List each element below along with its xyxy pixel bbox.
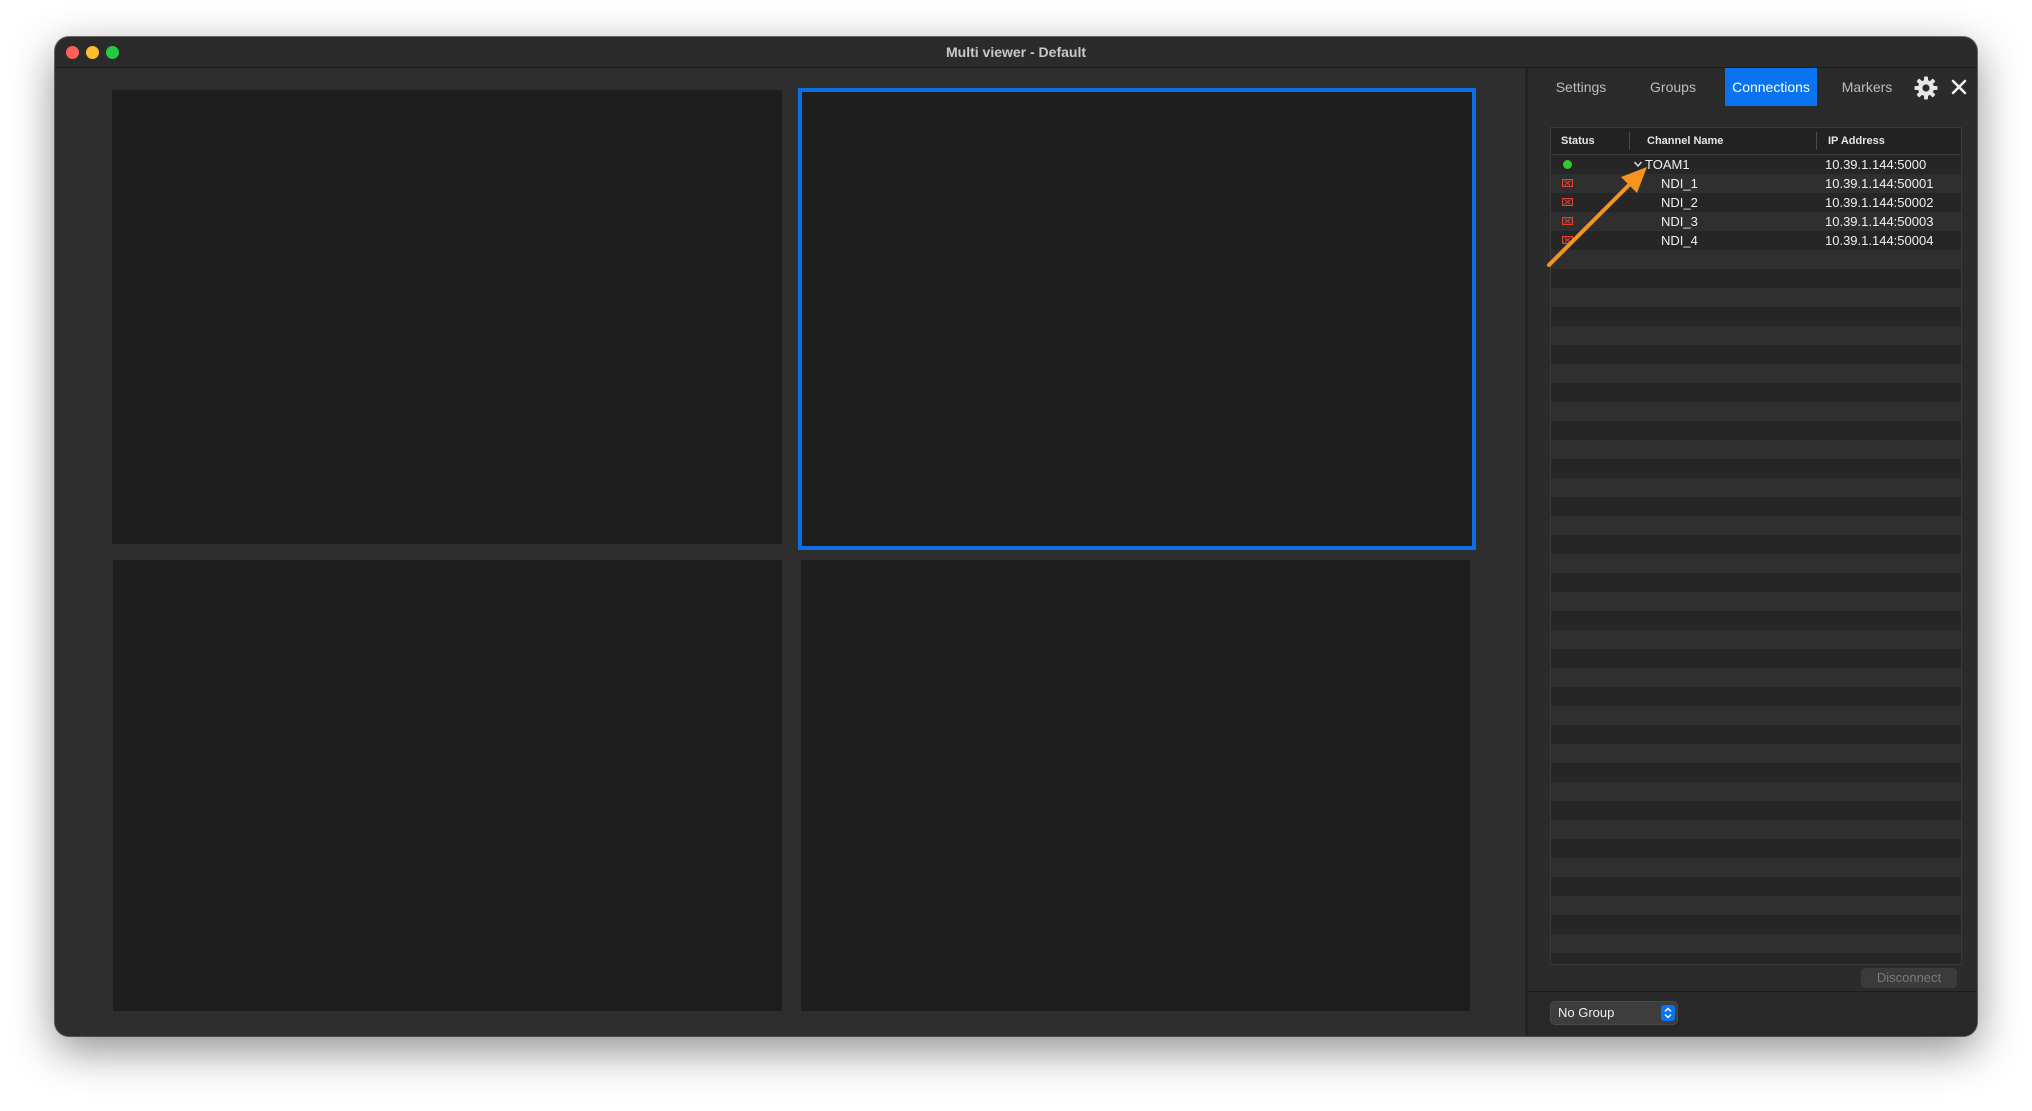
app-window: Multi viewer - Default Settings Groups C… <box>55 37 1977 1036</box>
group-select[interactable]: No Group <box>1550 1001 1678 1025</box>
viewer-tile-1[interactable] <box>112 90 782 544</box>
table-header: Status Channel Name IP Address <box>1551 128 1961 155</box>
status-connected-icon <box>1563 160 1572 169</box>
tab-markers[interactable]: Markers <box>1828 68 1906 106</box>
disconnect-button[interactable]: Disconnect <box>1861 968 1957 988</box>
column-header-ip-address[interactable]: IP Address <box>1828 128 1885 154</box>
channel-name: NDI_2 <box>1661 195 1698 210</box>
table-row[interactable]: NDI_3 10.39.1.144:50003 <box>1551 212 1961 231</box>
tab-bar: Settings Groups Connections Markers <box>1528 68 1977 106</box>
channel-name: NDI_3 <box>1661 214 1698 229</box>
column-separator[interactable] <box>1816 132 1817 150</box>
channel-name: TOAM1 <box>1645 157 1690 172</box>
title-bar: Multi viewer - Default <box>55 37 1977 68</box>
status-error-icon <box>1562 179 1573 187</box>
table-row[interactable]: NDI_2 10.39.1.144:50002 <box>1551 193 1961 212</box>
group-select-value: No Group <box>1558 1005 1615 1020</box>
chevron-down-icon[interactable] <box>1633 157 1643 171</box>
window-title: Multi viewer - Default <box>945 44 1087 60</box>
viewer-tile-3[interactable] <box>113 560 782 1011</box>
table-row[interactable]: NDI_4 10.39.1.144:50004 <box>1551 231 1961 250</box>
bottom-bar: No Group <box>1528 991 1977 1036</box>
status-error-icon <box>1562 198 1573 206</box>
column-header-channel-name[interactable]: Channel Name <box>1647 128 1723 154</box>
table-row[interactable]: TOAM1 10.39.1.144:5000 <box>1551 155 1961 174</box>
status-error-icon <box>1562 217 1573 225</box>
viewer-tile-4[interactable] <box>801 560 1470 1011</box>
table-body: TOAM1 10.39.1.144:5000 NDI_1 10.39.1.144… <box>1551 155 1961 964</box>
column-header-status[interactable]: Status <box>1561 128 1595 154</box>
close-icon[interactable] <box>1946 74 1972 100</box>
select-arrows-icon <box>1661 1005 1675 1021</box>
tab-connections[interactable]: Connections <box>1725 68 1817 106</box>
channel-name: NDI_4 <box>1661 233 1698 248</box>
table-row[interactable]: NDI_1 10.39.1.144:50001 <box>1551 174 1961 193</box>
status-error-icon <box>1562 236 1573 244</box>
ip-address: 10.39.1.144:50003 <box>1825 214 1934 229</box>
column-separator[interactable] <box>1629 132 1630 150</box>
ip-address: 10.39.1.144:50002 <box>1825 195 1934 210</box>
ip-address: 10.39.1.144:50004 <box>1825 233 1934 248</box>
tab-settings[interactable]: Settings <box>1542 68 1620 106</box>
ip-address: 10.39.1.144:50001 <box>1825 176 1934 191</box>
connections-table: Status Channel Name IP Address TOAM1 10.… <box>1550 127 1962 965</box>
ip-address: 10.39.1.144:5000 <box>1825 157 1927 172</box>
gear-icon[interactable] <box>1912 74 1940 102</box>
side-panel: Settings Groups Connections Markers Stat… <box>1525 68 1977 1036</box>
viewer-tile-2-selected[interactable] <box>798 88 1476 550</box>
tab-groups[interactable]: Groups <box>1634 68 1712 106</box>
channel-name: NDI_1 <box>1661 176 1698 191</box>
multiviewer-grid <box>55 68 1525 1036</box>
